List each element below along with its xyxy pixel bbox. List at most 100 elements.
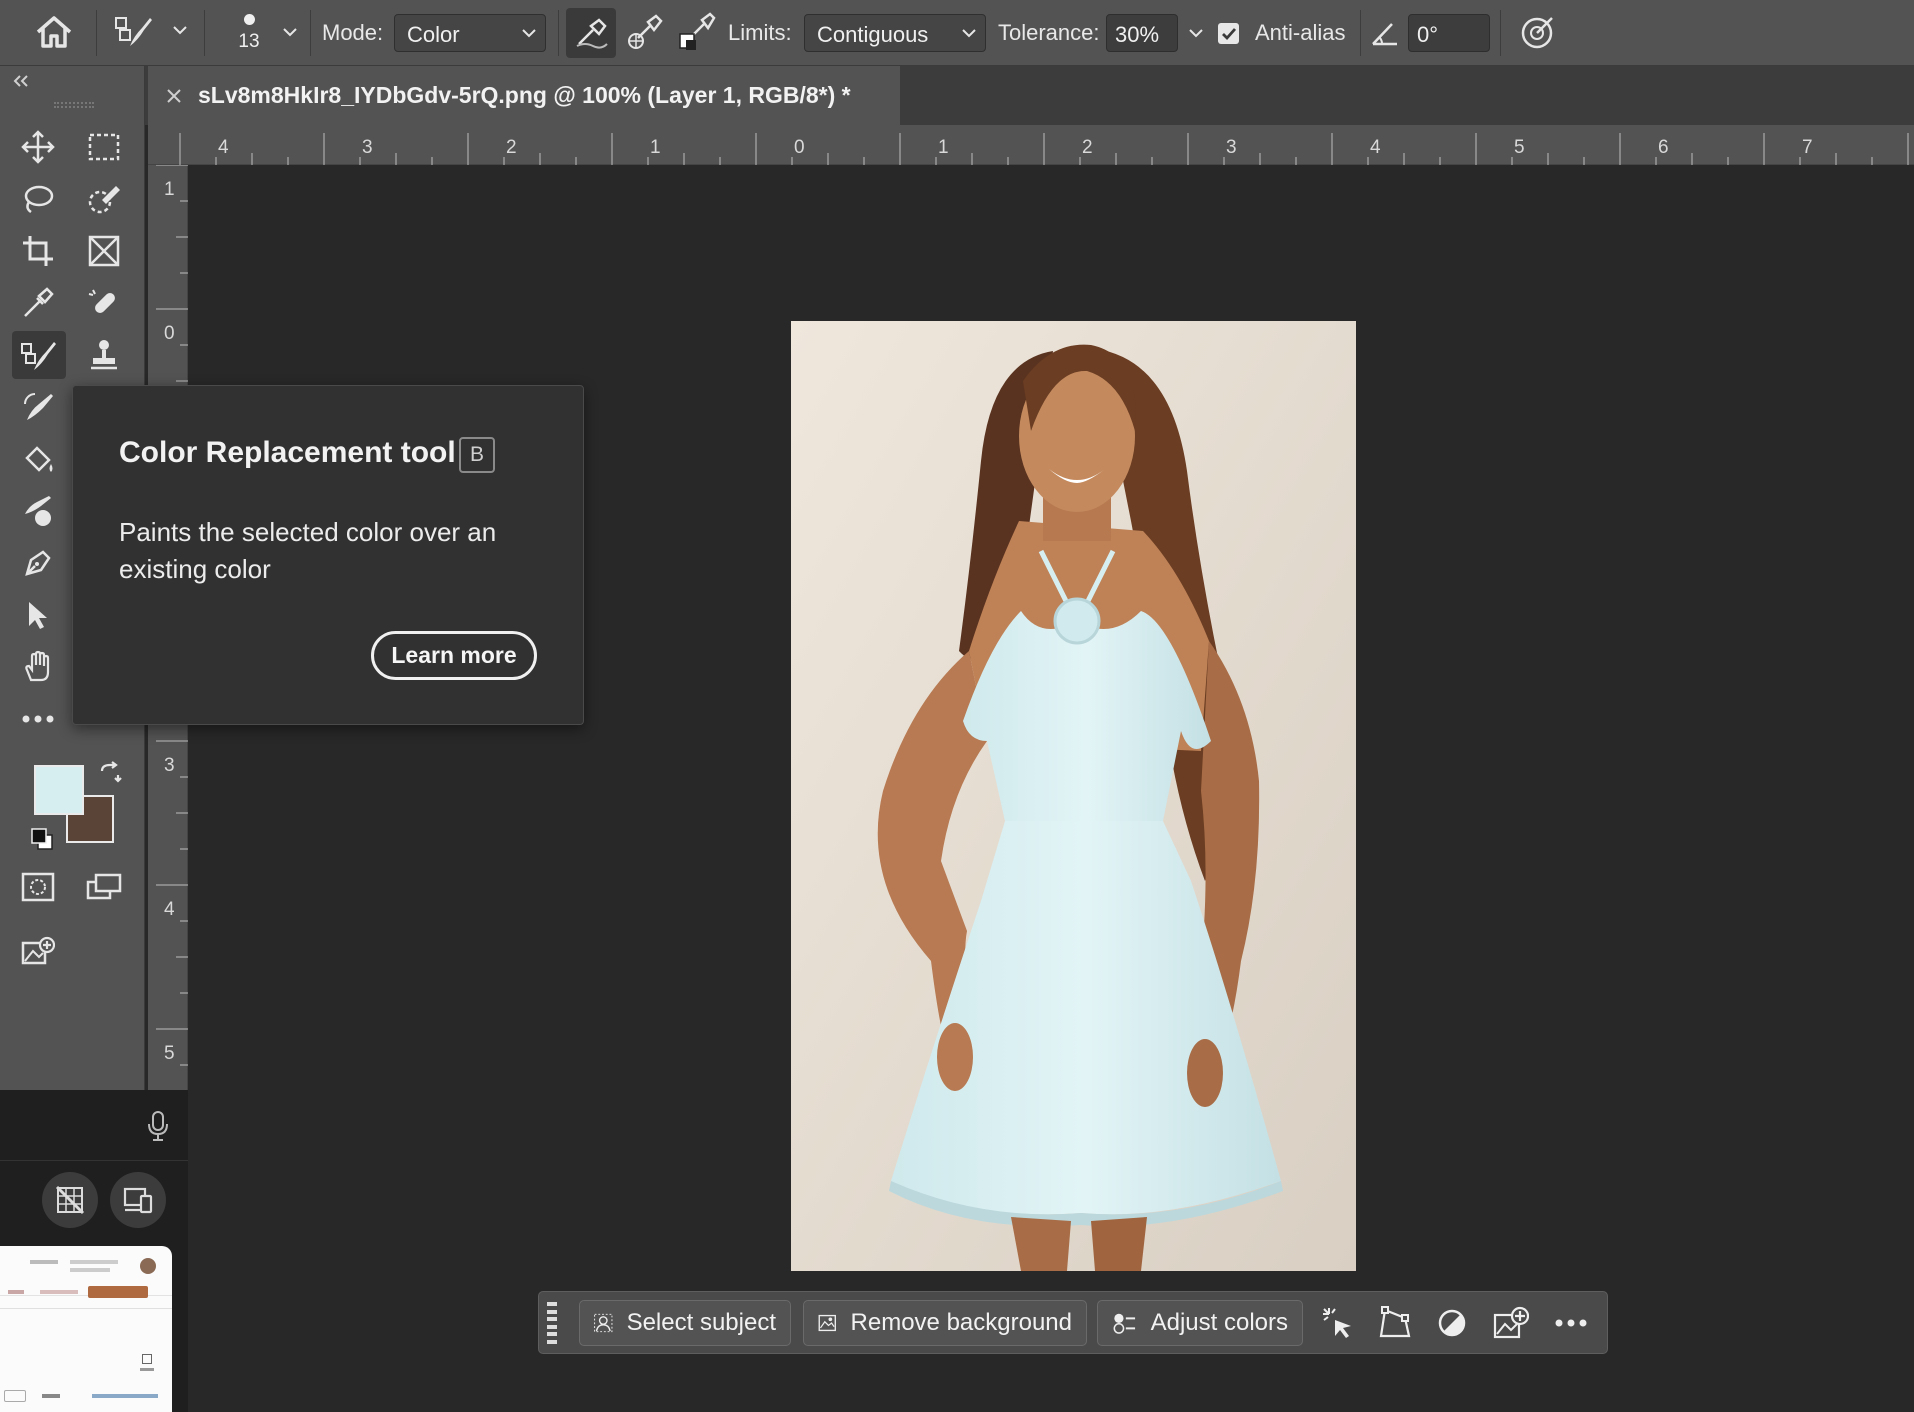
- tooltip-description: Paints the selected color over an existi…: [119, 517, 497, 584]
- tool-preset-picker[interactable]: [112, 12, 156, 52]
- mode-select[interactable]: Color: [394, 14, 546, 52]
- ruler-label: 1: [650, 137, 661, 158]
- devices-icon: [123, 1187, 153, 1214]
- hide-visuals-button[interactable]: [42, 1172, 98, 1228]
- checkmark-icon: [1221, 27, 1236, 40]
- more-options-icon[interactable]: [1555, 1318, 1587, 1328]
- angle-input[interactable]: 0°: [1408, 14, 1490, 52]
- adjust-colors-button[interactable]: Adjust colors: [1097, 1300, 1303, 1346]
- document-tab[interactable]: sLv8m8HkIr8_IYDbGdv-5rQ.png @ 100% (Laye…: [148, 66, 900, 125]
- tooltip-shortcut-badge: B: [459, 437, 495, 473]
- chevron-down-icon: [961, 23, 977, 43]
- dodge-burn-tool[interactable]: [16, 489, 60, 533]
- horizontal-ruler[interactable]: 4 3 2 1 0 1 2 3 4 5 6 7: [148, 125, 1914, 165]
- move-tool[interactable]: [16, 125, 60, 169]
- default-colors-icon[interactable]: [30, 827, 54, 851]
- adjust-colors-label: Adjust colors: [1150, 1309, 1288, 1336]
- hide-grid-icon: [55, 1185, 85, 1215]
- paint-bucket-tool[interactable]: [16, 437, 60, 481]
- color-replacement-tool[interactable]: [12, 331, 66, 379]
- generate-image-icon[interactable]: [16, 929, 60, 973]
- tooltip-title: Color Replacement tool: [119, 436, 456, 469]
- collapse-double-chevron-icon[interactable]: [12, 74, 30, 88]
- ruler-label: 1: [164, 179, 175, 200]
- ruler-label: 4: [1370, 137, 1381, 158]
- ruler-label: 5: [1514, 137, 1525, 158]
- clone-stamp-tool[interactable]: [82, 333, 126, 377]
- frame-tool[interactable]: [82, 229, 126, 273]
- ruler-label: 2: [506, 137, 517, 158]
- select-subject-label: Select subject: [626, 1309, 776, 1336]
- ruler-label: 6: [1658, 137, 1669, 158]
- toolbar-drag-handle[interactable]: [54, 102, 94, 108]
- sampling-background-swatch-button[interactable]: [676, 12, 716, 52]
- adjust-colors-icon: [1113, 1313, 1136, 1334]
- remove-background-button[interactable]: Remove background: [803, 1300, 1087, 1346]
- antialias-label: Anti-alias: [1255, 20, 1346, 45]
- antialias-checkbox[interactable]: [1218, 23, 1239, 44]
- object-selection-icon[interactable]: [1321, 1306, 1355, 1340]
- ruler-label: 3: [1226, 137, 1237, 158]
- adjustment-layer-icon[interactable]: [1437, 1308, 1467, 1338]
- ruler-label: 4: [164, 899, 175, 920]
- ruler-label: 3: [362, 137, 373, 158]
- crop-tool[interactable]: [16, 229, 60, 273]
- brush-chevron-down-icon[interactable]: [282, 26, 298, 38]
- pen-tool[interactable]: [16, 541, 60, 585]
- close-tab-icon[interactable]: [166, 88, 182, 104]
- ruler-label: 4: [218, 137, 229, 158]
- preset-chevron-down-icon[interactable]: [172, 24, 188, 36]
- document-tab-title: sLv8m8HkIr8_IYDbGdv-5rQ.png @ 100% (Laye…: [198, 82, 851, 108]
- chevron-down-icon: [521, 23, 537, 43]
- select-subject-icon: [594, 1313, 613, 1333]
- web-page-thumbnail[interactable]: [0, 1246, 172, 1412]
- options-bar: 13 Mode: Color Limits: Contiguous Tolera…: [0, 0, 1914, 66]
- limits-label: Limits:: [728, 20, 792, 45]
- devices-button[interactable]: [110, 1172, 166, 1228]
- remove-background-icon: [818, 1314, 836, 1332]
- ruler-label: 1: [938, 137, 949, 158]
- screen-mode-icon[interactable]: [82, 865, 126, 909]
- history-brush-tool[interactable]: [16, 385, 60, 429]
- rectangular-marquee-tool[interactable]: [82, 125, 126, 169]
- swap-colors-icon[interactable]: [98, 761, 122, 785]
- toolbar-header: [0, 66, 145, 125]
- taskbar-drag-handle[interactable]: [547, 1302, 557, 1344]
- learn-more-button[interactable]: Learn more: [371, 631, 537, 680]
- limits-select[interactable]: Contiguous: [804, 14, 986, 52]
- lasso-tool[interactable]: [16, 177, 60, 221]
- edit-toolbar-more-icon[interactable]: [16, 697, 60, 741]
- quick-selection-tool[interactable]: [82, 177, 126, 221]
- brush-size-value: 13: [238, 31, 260, 52]
- path-selection-tool[interactable]: [16, 593, 60, 637]
- quick-mask-icon[interactable]: [16, 865, 60, 909]
- tool-tooltip: Color Replacement tool B Paints the sele…: [72, 385, 584, 725]
- canvas-image[interactable]: [791, 321, 1356, 1271]
- hand-tool[interactable]: [16, 645, 60, 689]
- microphone-icon[interactable]: [146, 1110, 170, 1142]
- mode-label: Mode:: [322, 20, 384, 45]
- select-subject-button[interactable]: Select subject: [579, 1300, 791, 1346]
- eyedropper-tool[interactable]: [16, 281, 60, 325]
- pressure-size-icon[interactable]: [1518, 14, 1556, 52]
- home-icon[interactable]: [34, 14, 74, 50]
- ruler-label: 7: [1802, 137, 1813, 158]
- ruler-label: 0: [164, 323, 175, 344]
- sampling-once-button[interactable]: [624, 12, 664, 52]
- limits-select-value: Contiguous: [817, 22, 929, 47]
- contextual-task-bar: Select subject Remove background Adjust …: [538, 1291, 1608, 1354]
- sampling-continuous-button[interactable]: [566, 8, 616, 58]
- mode-select-value: Color: [407, 22, 460, 47]
- ruler-label: 0: [794, 137, 805, 158]
- ruler-label: 5: [164, 1043, 175, 1064]
- transform-icon[interactable]: [1379, 1306, 1411, 1340]
- tolerance-input[interactable]: 30%: [1106, 14, 1178, 52]
- remove-background-label: Remove background: [850, 1309, 1072, 1336]
- brush-size-picker[interactable]: 13: [238, 8, 260, 58]
- tolerance-chevron-down-icon[interactable]: [1184, 14, 1208, 52]
- spot-healing-brush-tool[interactable]: [82, 281, 126, 325]
- foreground-color-swatch[interactable]: [34, 765, 84, 815]
- tolerance-label: Tolerance:: [998, 20, 1100, 45]
- generate-image-icon[interactable]: [1493, 1306, 1529, 1340]
- ruler-label: 2: [1082, 137, 1093, 158]
